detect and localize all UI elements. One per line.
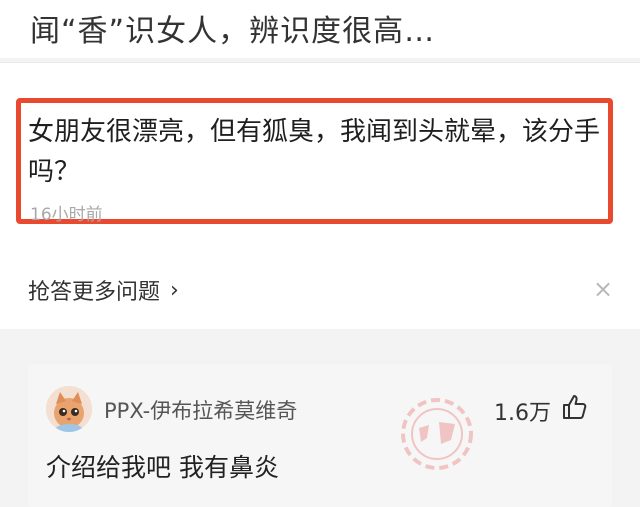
like-count: 1.6万	[494, 401, 551, 426]
more-questions-link[interactable]: 抢答更多问题 ›	[28, 274, 179, 306]
comment-text[interactable]: 介绍给我吧 我有鼻炎	[46, 448, 279, 484]
god-comment-stamp	[401, 398, 473, 470]
thumb-up-icon[interactable]	[560, 393, 588, 421]
avatar[interactable]	[46, 386, 92, 432]
more-questions-label: 抢答更多问题	[28, 280, 161, 305]
question-time: 16小时前	[30, 205, 103, 225]
divider	[0, 329, 640, 363]
close-icon[interactable]: ×	[592, 277, 614, 301]
comment-username[interactable]: PPX-伊布拉希莫维奇	[104, 395, 297, 425]
avatar-image	[46, 386, 92, 432]
chevron-right-icon: ›	[170, 277, 179, 303]
header-title[interactable]: 闻“香”识女人，辨识度很高…	[30, 6, 435, 50]
comment-card	[28, 364, 612, 507]
question-text[interactable]: 女朋友很漂亮，但有狐臭，我闻到头就晕，该分手吗？	[28, 112, 608, 192]
header: 闻“香”识女人，辨识度很高…	[0, 0, 640, 58]
